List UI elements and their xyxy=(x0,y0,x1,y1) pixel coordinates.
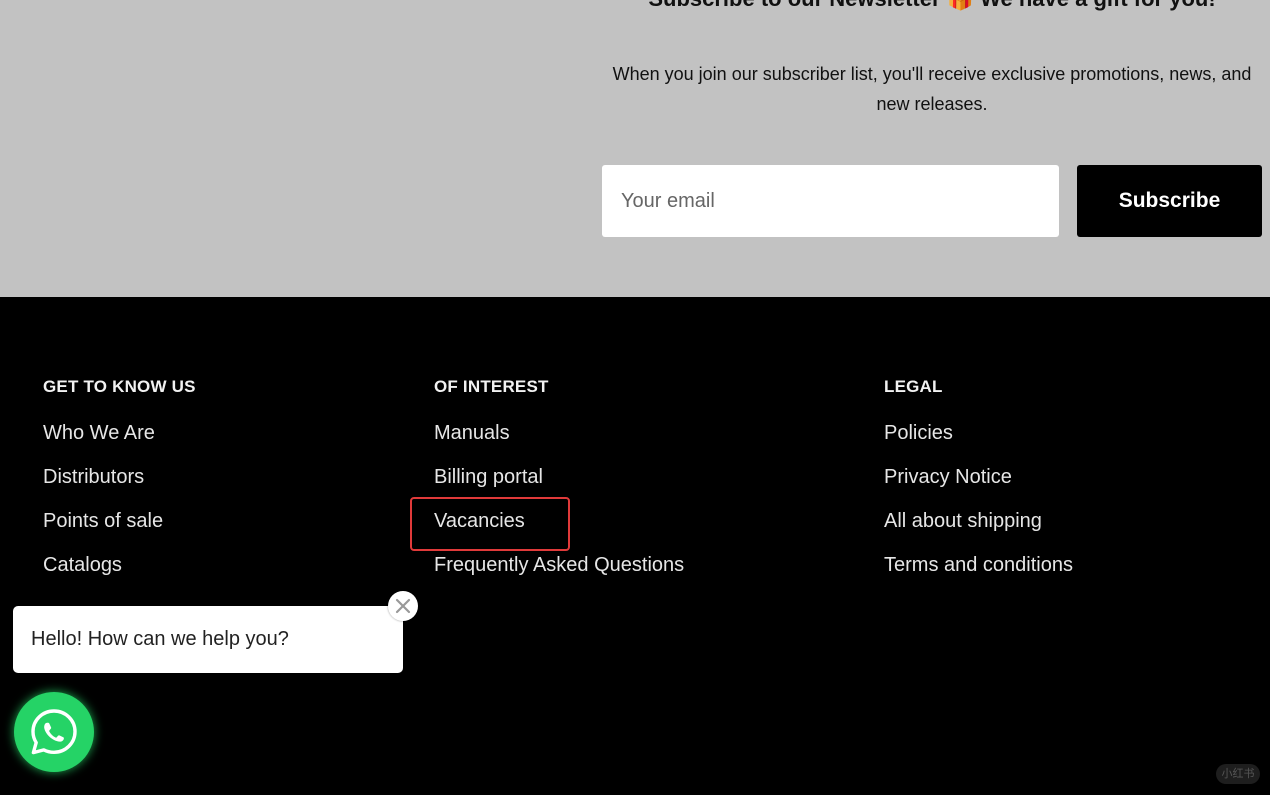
footer-column-get-to-know-us: GET TO KNOW US Who We Are Distributors P… xyxy=(43,376,196,591)
footer-heading: OF INTEREST xyxy=(434,377,549,396)
newsletter-section: Subscribe to our Newsletter 🎁 We have a … xyxy=(0,0,1270,297)
newsletter-heading: Subscribe to our Newsletter 🎁 We have a … xyxy=(602,0,1262,12)
footer-link-shipping[interactable]: All about shipping xyxy=(884,510,1042,532)
footer-link-policies[interactable]: Policies xyxy=(884,422,953,444)
footer-link-privacy-notice[interactable]: Privacy Notice xyxy=(884,466,1012,488)
whatsapp-icon xyxy=(31,709,77,755)
email-input[interactable] xyxy=(602,165,1059,237)
whatsapp-chat-button[interactable] xyxy=(14,692,94,772)
footer-column-legal: LEGAL Policies Privacy Notice All about … xyxy=(884,376,1073,591)
footer-link-vacancies[interactable]: Vacancies xyxy=(434,510,525,532)
footer-heading: LEGAL xyxy=(884,377,943,396)
chat-greeting-text: Hello! How can we help you? xyxy=(31,628,289,650)
footer-heading: GET TO KNOW US xyxy=(43,377,196,396)
chat-greeting-bubble[interactable]: Hello! How can we help you? xyxy=(13,606,403,673)
subscribe-button[interactable]: Subscribe xyxy=(1077,165,1262,237)
close-icon xyxy=(395,598,411,614)
footer-link-who-we-are[interactable]: Who We Are xyxy=(43,422,155,444)
footer-link-manuals[interactable]: Manuals xyxy=(434,422,510,444)
watermark: 小红书 xyxy=(1216,764,1260,784)
footer-link-catalogs[interactable]: Catalogs xyxy=(43,554,122,576)
newsletter-description: When you join our subscriber list, you'l… xyxy=(612,64,1252,114)
chat-close-button[interactable] xyxy=(388,591,418,621)
footer-link-distributors[interactable]: Distributors xyxy=(43,466,144,488)
footer-link-points-of-sale[interactable]: Points of sale xyxy=(43,510,163,532)
footer-link-terms[interactable]: Terms and conditions xyxy=(884,554,1073,576)
footer-link-billing-portal[interactable]: Billing portal xyxy=(434,466,543,488)
footer-column-of-interest: OF INTEREST Manuals Billing portal Vacan… xyxy=(434,376,684,591)
footer: GET TO KNOW US Who We Are Distributors P… xyxy=(0,297,1270,795)
footer-link-faq[interactable]: Frequently Asked Questions xyxy=(434,554,684,576)
